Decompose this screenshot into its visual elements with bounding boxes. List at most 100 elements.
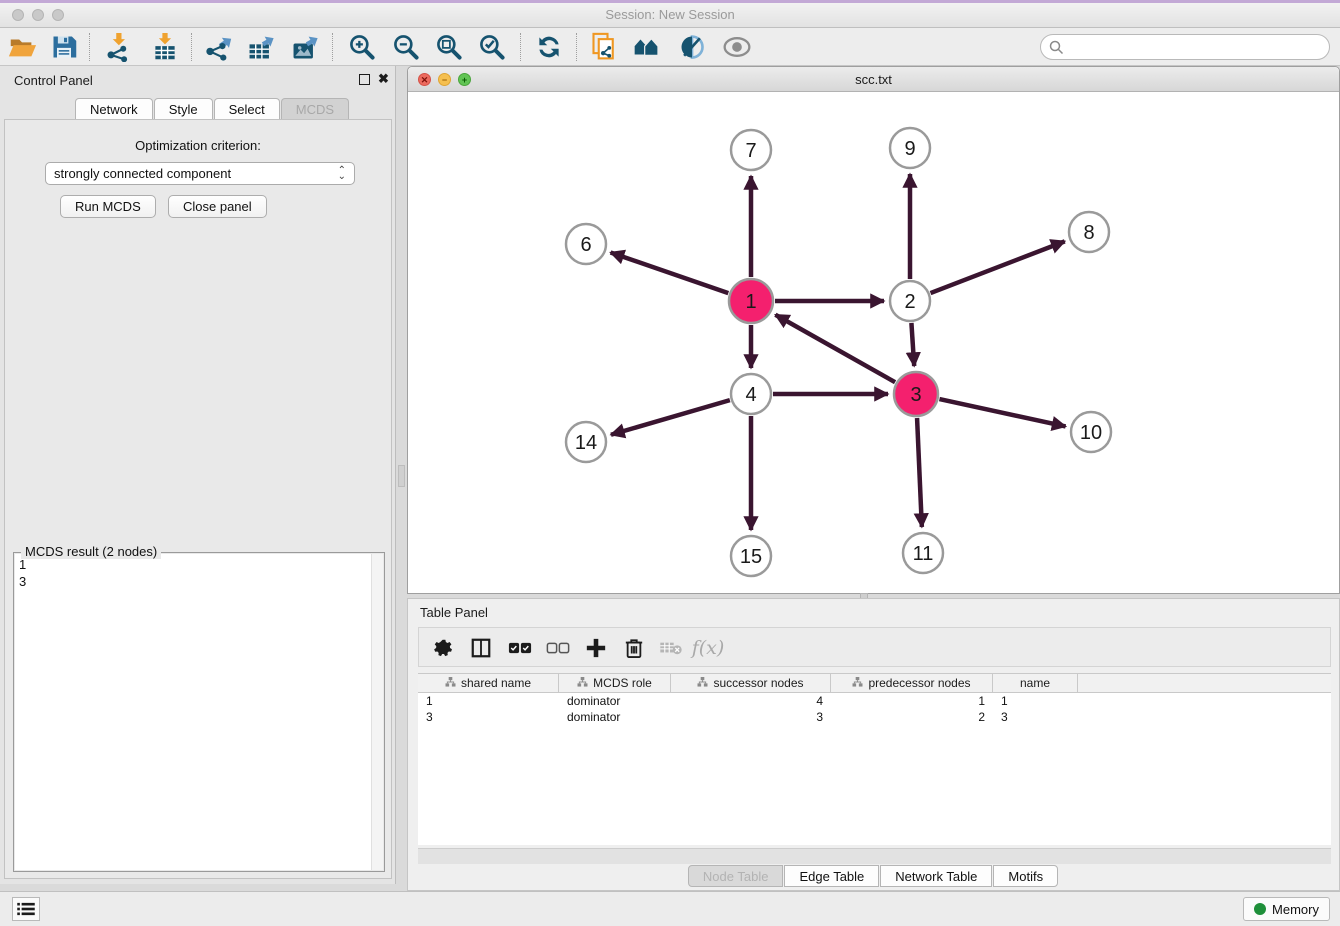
- tab-motifs[interactable]: Motifs: [993, 865, 1058, 887]
- table-row[interactable]: 1dominator411: [418, 693, 1331, 709]
- node-label-9: 9: [904, 138, 915, 160]
- control-panel-close-icon[interactable]: ✖: [378, 71, 389, 87]
- network-canvas[interactable]: 7968124314101511: [409, 93, 1338, 593]
- zoom-selected-icon[interactable]: [475, 31, 509, 63]
- tab-select[interactable]: Select: [214, 98, 280, 120]
- open-file-icon[interactable]: [5, 31, 39, 63]
- import-table-icon[interactable]: [148, 31, 182, 63]
- zoom-in-icon[interactable]: [345, 31, 379, 63]
- tab-style[interactable]: Style: [154, 98, 213, 120]
- table-cell[interactable]: 4: [671, 693, 831, 709]
- criterion-dropdown[interactable]: strongly connected component ⌃⌄: [45, 162, 355, 185]
- memory-status-icon: [1254, 903, 1266, 915]
- select-all-columns-icon[interactable]: [503, 632, 537, 664]
- table-cell[interactable]: 3: [418, 709, 559, 725]
- zoom-fit-icon[interactable]: [432, 31, 466, 63]
- task-history-button[interactable]: [12, 897, 40, 921]
- mcds-result-group: MCDS result (2 nodes) 1 3: [13, 552, 385, 872]
- export-network-icon[interactable]: [201, 31, 235, 63]
- node-label-8: 8: [1083, 222, 1094, 244]
- edge-3-10[interactable]: [939, 399, 1065, 426]
- control-panel-title: Control Panel: [14, 73, 93, 88]
- table-body: 1dominator4113dominator323: [418, 693, 1331, 725]
- column-header-successor-nodes[interactable]: successor nodes: [671, 674, 831, 692]
- column-label: MCDS role: [593, 676, 652, 690]
- export-table-icon[interactable]: [244, 31, 278, 63]
- run-mcds-button[interactable]: Run MCDS: [60, 195, 156, 218]
- network-view-window: ✕ − + scc.txt 7968124314101511: [407, 66, 1340, 594]
- column-header-predecessor-nodes[interactable]: predecessor nodes: [831, 674, 993, 692]
- node-label-15: 15: [740, 546, 762, 568]
- tab-network-table[interactable]: Network Table: [880, 865, 992, 887]
- window-titlebar: Session: New Session: [0, 3, 1340, 28]
- edge-1-6[interactable]: [611, 252, 729, 293]
- refresh-layout-icon[interactable]: [532, 31, 566, 63]
- search-icon: [1049, 40, 1064, 55]
- delete-columns-icon[interactable]: [617, 632, 651, 664]
- table-cell[interactable]: 2: [831, 709, 993, 725]
- tab-network[interactable]: Network: [75, 98, 153, 120]
- node-label-1: 1: [745, 291, 756, 313]
- clone-network-icon[interactable]: [587, 31, 621, 63]
- table-settings-icon[interactable]: [427, 632, 461, 664]
- fx-label: f(x): [692, 637, 725, 659]
- column-header-shared-name[interactable]: shared name: [418, 674, 559, 692]
- edge-3-11[interactable]: [917, 418, 922, 527]
- delete-table-icon[interactable]: [654, 632, 688, 664]
- export-image-icon[interactable]: [288, 31, 322, 63]
- close-panel-button[interactable]: Close panel: [168, 195, 267, 218]
- dropdown-stepper-icon: ⌃⌄: [338, 168, 346, 180]
- show-hide-graphics-icon[interactable]: [720, 31, 754, 63]
- memory-button[interactable]: Memory: [1243, 897, 1330, 921]
- show-all-networks-icon[interactable]: [631, 31, 665, 63]
- column-label: successor nodes: [713, 676, 803, 690]
- add-column-icon[interactable]: [579, 632, 613, 664]
- node-label-11: 11: [913, 543, 934, 565]
- node-label-6: 6: [580, 234, 591, 256]
- table-scroll-strip[interactable]: [418, 848, 1331, 864]
- sort-hierarchy-icon: [445, 676, 456, 690]
- table-tabs: Node Table Edge Table Network Table Moti…: [408, 865, 1339, 887]
- mcds-result-scrollbar[interactable]: [371, 554, 383, 870]
- sort-hierarchy-icon: [852, 676, 863, 690]
- hide-unhide-icon[interactable]: [675, 31, 709, 63]
- toolbar-separator: [89, 33, 90, 61]
- node-label-2: 2: [904, 291, 915, 313]
- tab-mcds[interactable]: MCDS: [281, 98, 349, 120]
- zoom-out-icon[interactable]: [389, 31, 423, 63]
- application-window: Session: New Session: [0, 0, 1340, 926]
- edge-3-1[interactable]: [775, 315, 895, 382]
- table-cell[interactable]: 1: [418, 693, 559, 709]
- edge-2-8[interactable]: [931, 241, 1065, 293]
- network-window-titlebar[interactable]: ✕ − + scc.txt: [408, 67, 1339, 92]
- split-view-icon[interactable]: [464, 632, 498, 664]
- column-header-name[interactable]: name: [993, 674, 1078, 692]
- table-cell[interactable]: 1: [993, 693, 1078, 709]
- mcds-result-text[interactable]: 1 3: [15, 554, 371, 870]
- table-cell[interactable]: dominator: [559, 709, 671, 725]
- table-cell[interactable]: 3: [671, 709, 831, 725]
- status-bar: Memory: [0, 891, 1340, 926]
- column-label: predecessor nodes: [868, 676, 970, 690]
- save-session-icon[interactable]: [47, 31, 81, 63]
- window-title: Session: New Session: [0, 7, 1340, 22]
- control-panel-float-icon[interactable]: [359, 74, 370, 85]
- tab-node-table[interactable]: Node Table: [688, 865, 784, 887]
- table-header-row: shared name MCDS role successor nodes prede…: [418, 673, 1331, 693]
- panel-splitter-handle[interactable]: [398, 465, 405, 487]
- table-cell[interactable]: 1: [831, 693, 993, 709]
- table-cell[interactable]: 3: [993, 709, 1078, 725]
- function-builder-icon[interactable]: f(x): [691, 632, 725, 664]
- edge-4-14[interactable]: [611, 400, 730, 435]
- search-input[interactable]: [1069, 37, 1329, 57]
- search-field[interactable]: [1040, 34, 1330, 60]
- import-network-icon[interactable]: [101, 31, 135, 63]
- edge-2-3[interactable]: [911, 323, 914, 366]
- main-toolbar: [0, 28, 1340, 66]
- table-cell[interactable]: dominator: [559, 693, 671, 709]
- table-row[interactable]: 3dominator323: [418, 709, 1331, 725]
- unselect-all-columns-icon[interactable]: [541, 632, 575, 664]
- toolbar-separator: [520, 33, 521, 61]
- column-header-MCDS-role[interactable]: MCDS role: [559, 674, 671, 692]
- tab-edge-table[interactable]: Edge Table: [784, 865, 879, 887]
